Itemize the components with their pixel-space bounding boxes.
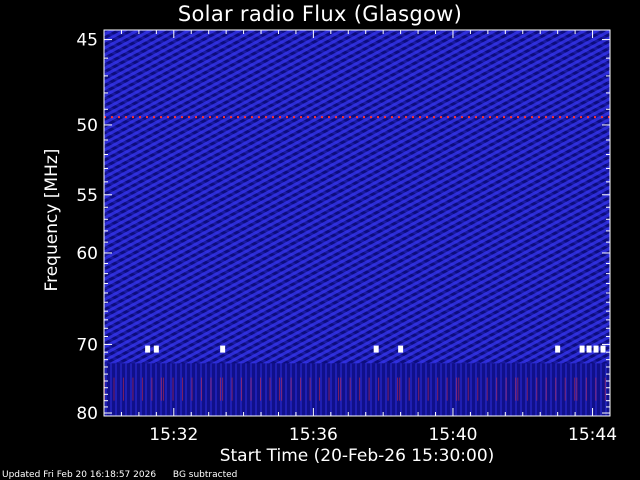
spectrogram-area [104,30,610,416]
y-tick-label: 70 [76,335,98,355]
x-tick-label: 15:36 [289,425,338,445]
interference-streak [446,377,448,401]
updated-timestamp: Updated Fri Feb 20 16:18:57 2026 [2,470,157,480]
interference-streak [319,377,321,401]
interference-streak [545,377,547,401]
interference-streak [585,377,587,401]
interference-streak [122,377,124,401]
interference-streak [486,377,488,401]
interference-streak [222,377,224,401]
interference-streak [141,377,143,401]
footer: Updated Fri Feb 20 16:18:57 2026 BG subt… [2,470,251,480]
burst-mark [153,345,159,353]
interference-streak [387,377,389,401]
interference-streak [418,377,420,401]
interference-streak [182,377,184,401]
burst-mark [600,345,606,353]
interference-streak [427,377,429,401]
interference-streak [526,377,528,401]
interference-streak [340,377,342,401]
interference-streak [160,377,162,401]
x-axis-label: Start Time (20-Feb-26 15:30:00) [219,446,495,466]
interference-streak [290,377,292,401]
spectrogram-fringes-cross [104,30,610,364]
interference-streak [163,377,165,401]
interference-streak [496,377,498,401]
interference-streak [408,377,410,401]
interference-streak [399,377,401,401]
burst-mark [220,345,226,353]
burst-mark [373,345,379,353]
spectrogram-chart: 45 50 55 60 70 80 15:32 15:36 15:40 15:44 Solar r… [0,0,640,480]
y-tick-label: 50 [76,116,98,136]
interference-streak [113,377,115,401]
interference-streak [309,377,311,401]
y-tick-label: 60 [76,244,98,264]
interference-streak [576,377,578,401]
interference-streak [231,377,233,401]
interference-streak [269,377,271,401]
interference-streak [172,377,174,401]
interference-streak [151,377,153,401]
interference-streak [132,377,134,401]
burst-mark [579,345,585,353]
lower-band-stripes [104,363,610,416]
interference-streak [397,377,399,401]
interference-streak [200,377,202,401]
x-tick-label: 15:32 [149,425,198,445]
interference-streak [595,377,597,401]
interference-streak [328,377,330,401]
interference-streak [517,377,519,401]
interference-streak [338,377,340,401]
interference-streak [574,377,576,401]
y-tick-label: 45 [76,31,98,51]
interference-streak [368,377,370,401]
interference-streak [300,377,302,401]
interference-streak [555,377,557,401]
interference-streak [250,377,252,401]
interference-streak [278,377,280,401]
interference-streak [467,377,469,401]
y-tick-label: 80 [76,404,98,424]
y-axis-label: Frequency [MHz] [42,148,62,292]
interference-streak [564,377,566,401]
interference-streak [458,377,460,401]
burst-mark [555,345,561,353]
interference-streak [260,377,262,401]
interference-streak [477,377,479,401]
burst-mark [145,345,151,353]
chart-title: Solar radio Flux (Glasgow) [177,2,463,26]
interference-streak [241,377,243,401]
interference-streak [210,377,212,401]
interference-streak [604,377,606,401]
interference-streak [536,377,538,401]
interference-streak [281,377,283,401]
burst-mark [586,345,592,353]
interference-streak [219,377,221,401]
interference-streak [456,377,458,401]
interference-streak [359,377,361,401]
background-note: BG subtracted [172,470,238,480]
interference-streak [505,377,507,401]
plot-svg: 45 50 55 60 70 80 15:32 15:36 15:40 15:44 [76,29,617,445]
burst-mark [593,345,599,353]
x-tick-label: 15:44 [568,425,617,445]
interference-streak [349,377,351,401]
burst-mark [398,345,404,353]
x-tick-label: 15:40 [428,425,477,445]
interference-streak [515,377,517,401]
y-tick-label: 55 [76,186,98,206]
interference-streak [437,377,439,401]
interference-streak [378,377,380,401]
interference-streak [191,377,193,401]
